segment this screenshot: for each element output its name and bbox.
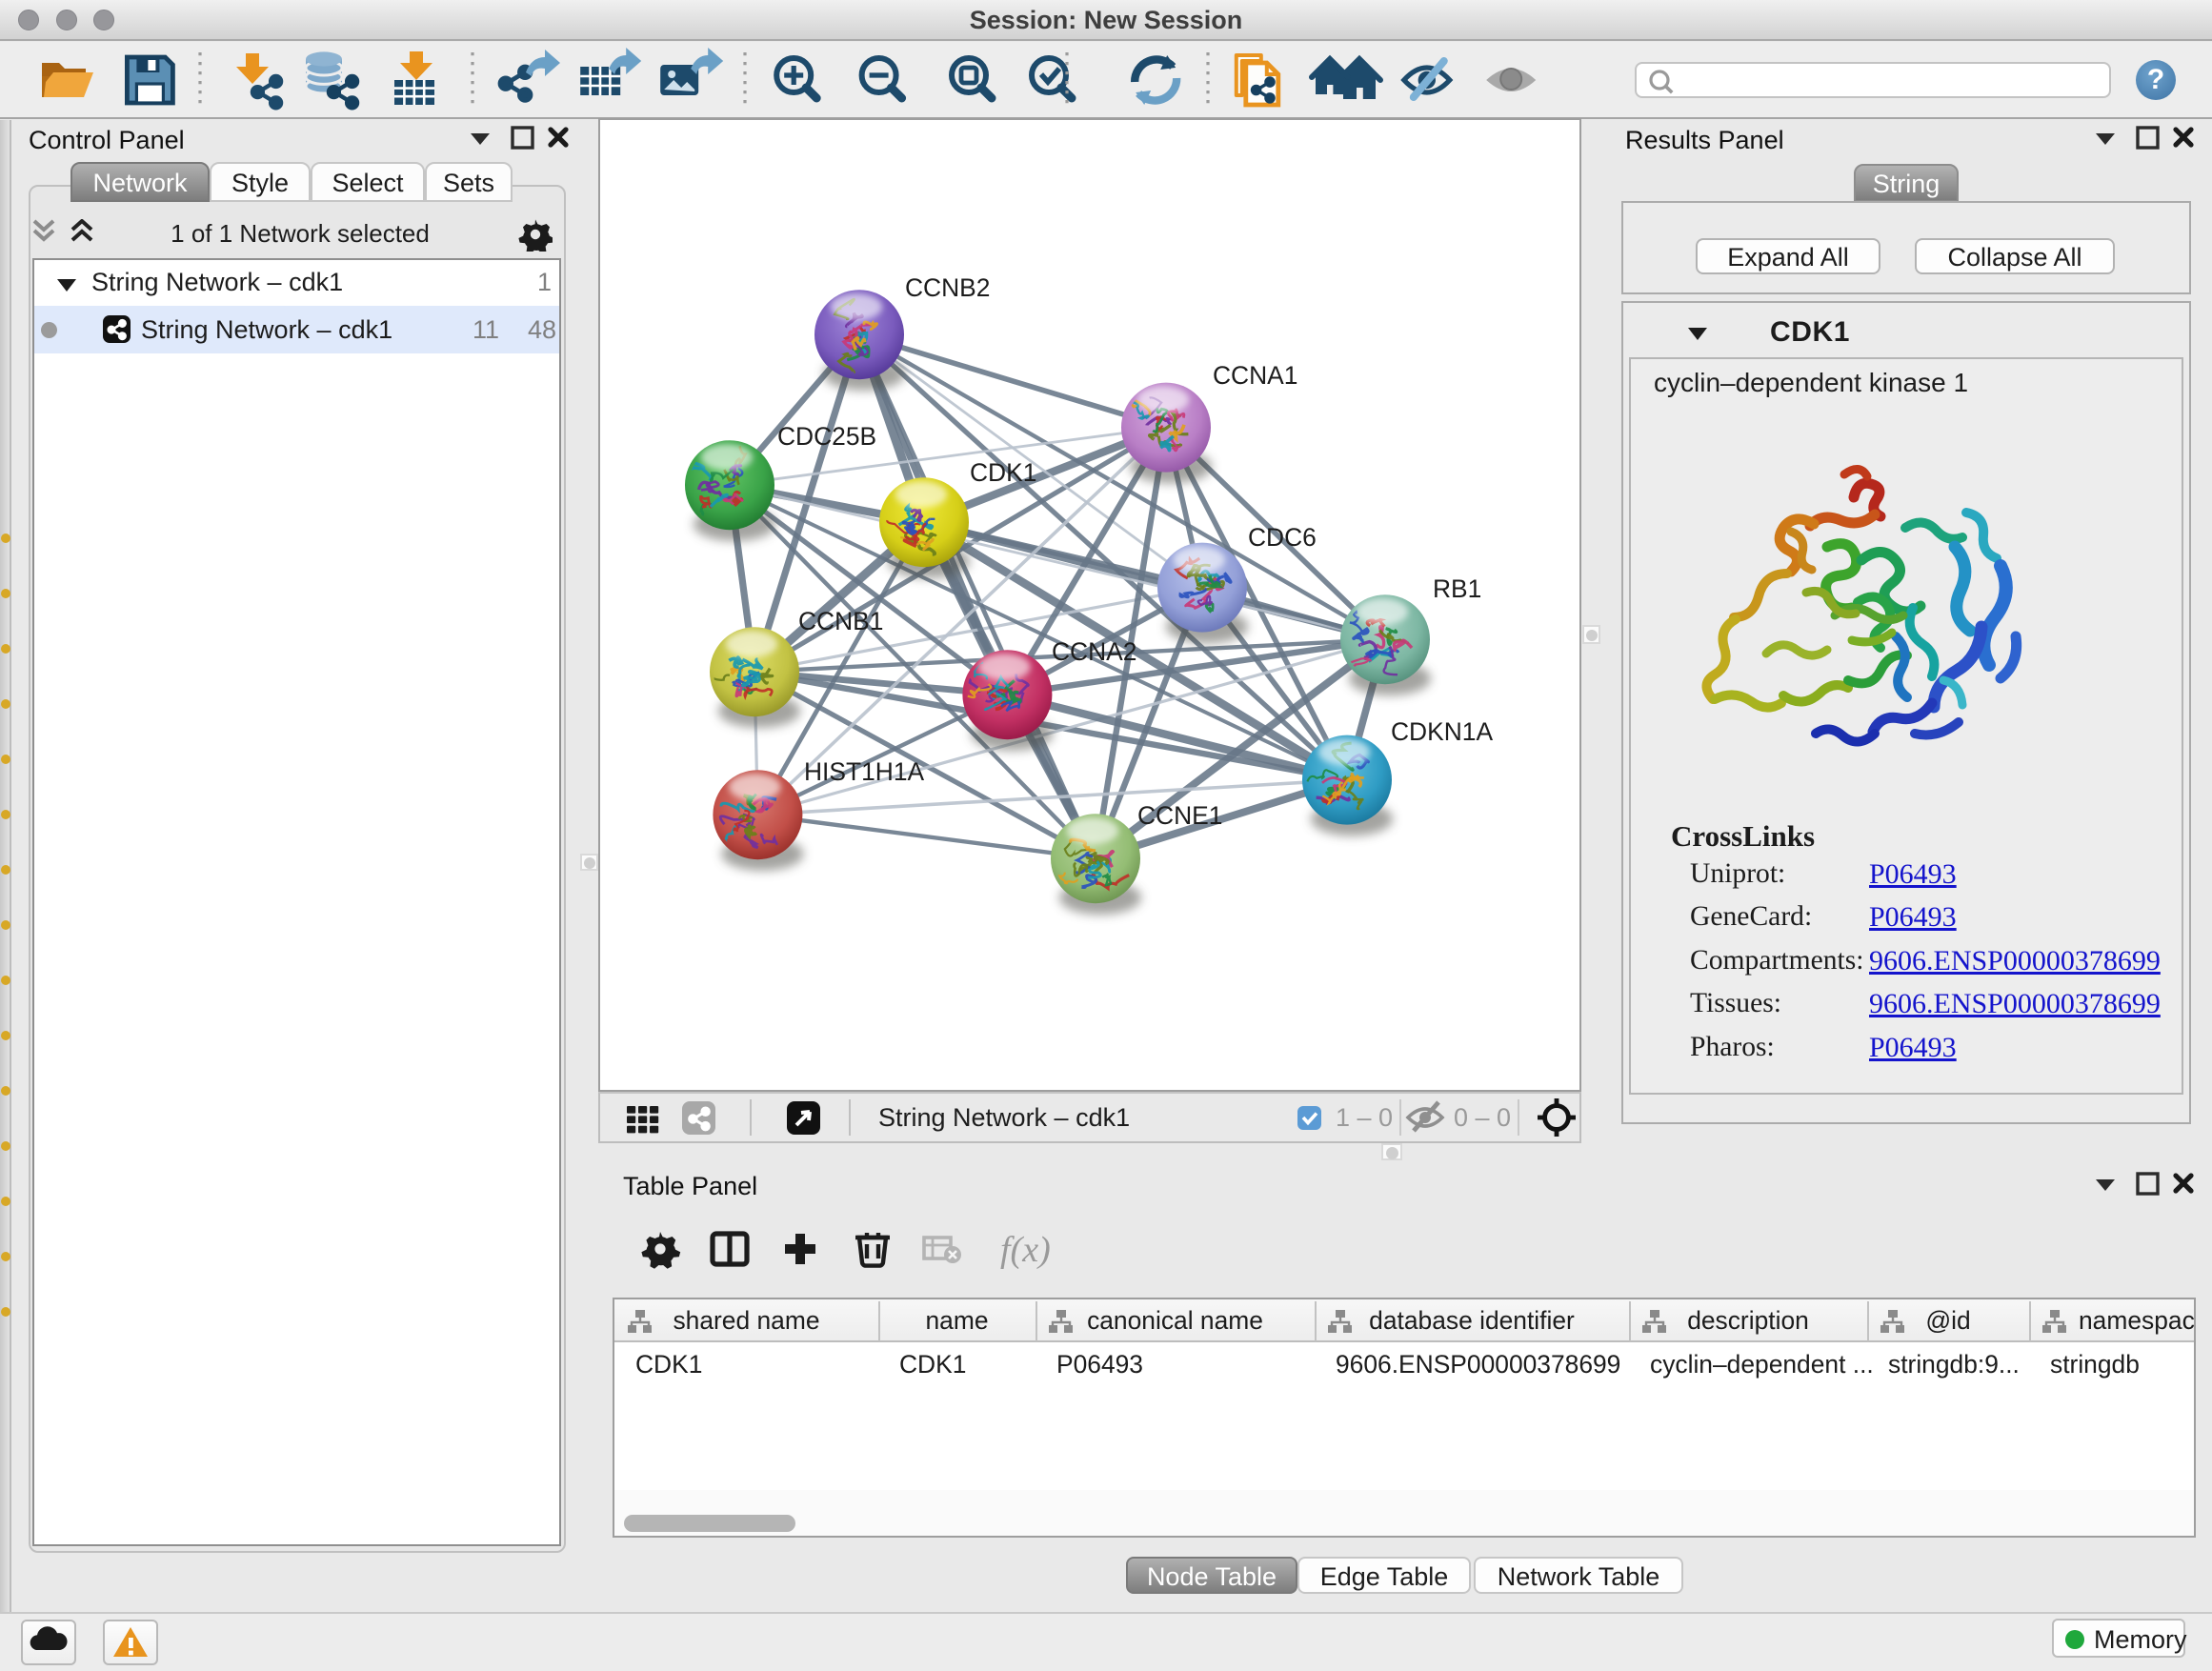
- svg-text:CCNA1: CCNA1: [1213, 361, 1297, 390]
- svg-text:CCNA2: CCNA2: [1052, 637, 1136, 666]
- svg-text:String Network – cdk1: String Network – cdk1: [878, 1103, 1130, 1132]
- svg-text:CCNB1: CCNB1: [798, 607, 883, 635]
- svg-text:CCNE1: CCNE1: [1137, 801, 1222, 830]
- svg-text:CDC25B: CDC25B: [777, 422, 876, 451]
- svg-text:CDC6: CDC6: [1248, 523, 1317, 552]
- svg-text:CDK1: CDK1: [970, 458, 1036, 487]
- svg-text:0 – 0: 0 – 0: [1454, 1103, 1511, 1132]
- svg-text:1 – 0: 1 – 0: [1336, 1103, 1393, 1132]
- svg-text:CDKN1A: CDKN1A: [1391, 717, 1493, 746]
- svg-text:f(x): f(x): [1000, 1230, 1051, 1270]
- svg-text:HIST1H1A: HIST1H1A: [804, 757, 925, 786]
- svg-text:CCNB2: CCNB2: [905, 273, 990, 302]
- svg-text:RB1: RB1: [1433, 574, 1481, 603]
